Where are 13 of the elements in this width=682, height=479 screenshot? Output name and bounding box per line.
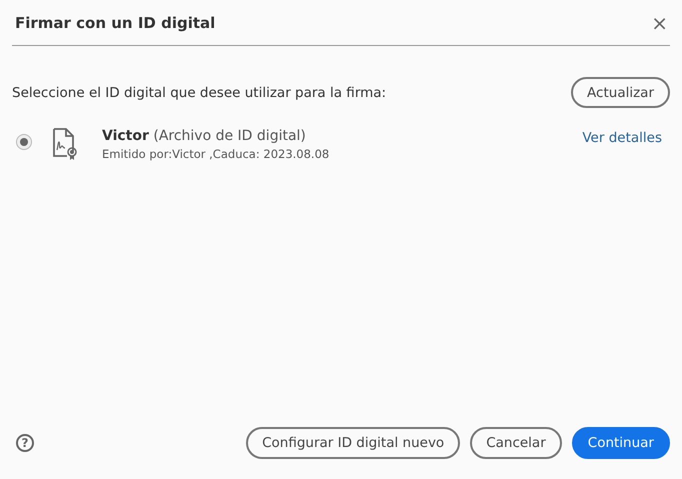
prompt-text: Seleccione el ID digital que desee utilizar para la firma: — [12, 84, 386, 100]
radio-button[interactable] — [16, 134, 32, 150]
certificate-file-icon — [52, 128, 78, 160]
digital-id-name: Victor (Archivo de ID digital) — [102, 128, 307, 144]
window-title: Firmar con un ID digital — [15, 14, 216, 32]
dialog-button[interactable]: Cancelar — [470, 427, 562, 459]
refresh-button[interactable]: Actualizar — [571, 77, 670, 108]
view-details-link[interactable]: Ver detalles — [582, 130, 662, 146]
digital-id-detail: Emitido por:Victor ,Caduca: 2023.08.08 — [102, 147, 330, 161]
close-button[interactable]: × — [651, 10, 668, 34]
dialog-button[interactable]: Configurar ID digital nuevo — [246, 427, 460, 459]
help-icon[interactable]: ? — [16, 434, 34, 452]
continue-button[interactable]: Continuar — [572, 427, 670, 459]
